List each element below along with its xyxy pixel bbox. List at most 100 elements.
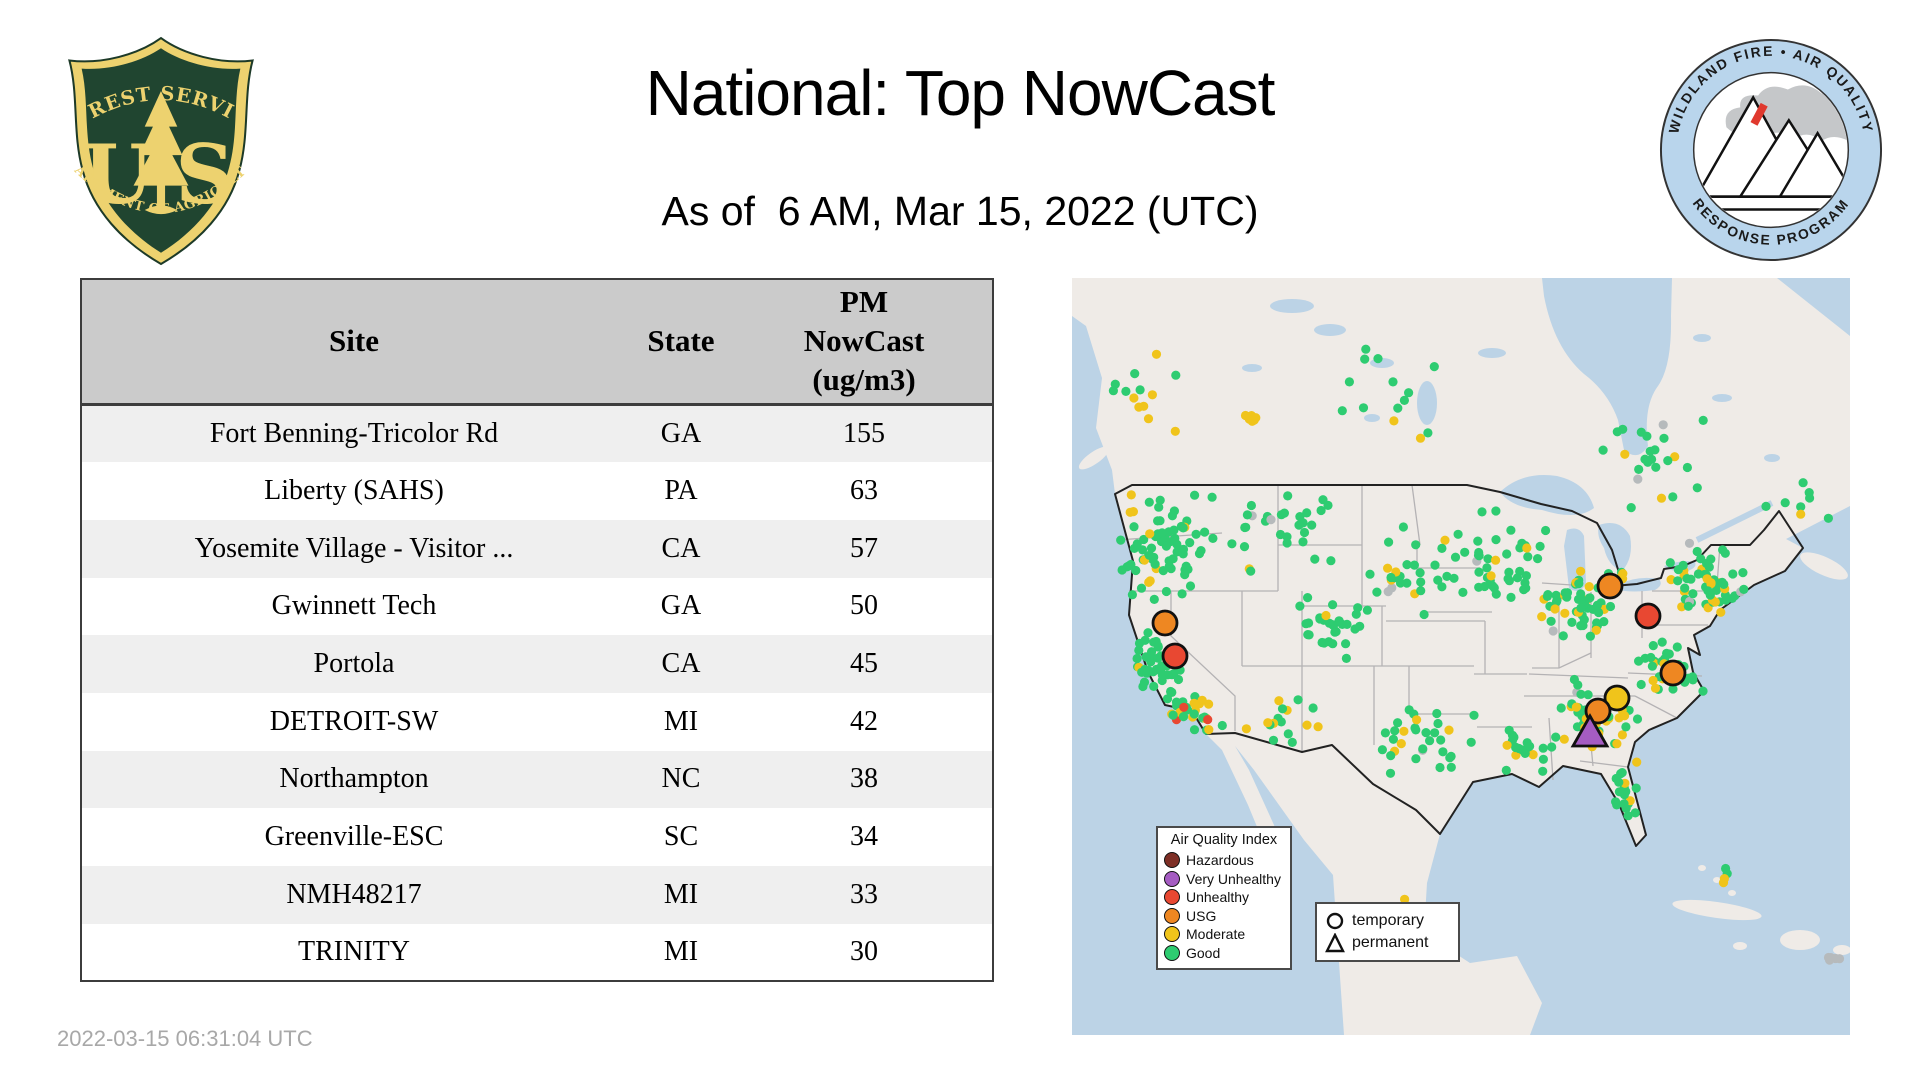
monitor-dot bbox=[1301, 619, 1311, 629]
monitor-dot bbox=[1432, 708, 1442, 719]
site-cell: Greenville-ESC bbox=[264, 821, 444, 853]
monitor-dot bbox=[1263, 718, 1273, 728]
monitor-dot bbox=[1377, 745, 1387, 755]
monitor-dot bbox=[1618, 424, 1628, 434]
monitor-dot bbox=[1358, 403, 1369, 413]
monitor-dot bbox=[1217, 720, 1227, 731]
monitor-dot bbox=[1390, 726, 1400, 736]
monitor-dot bbox=[1268, 735, 1279, 745]
monitor-dot bbox=[1619, 790, 1629, 800]
monitor-dot bbox=[1477, 507, 1487, 517]
monitor-dot bbox=[1129, 522, 1139, 532]
legend-item: USG bbox=[1164, 907, 1284, 926]
monitor-dot bbox=[1308, 703, 1318, 713]
monitor-dot bbox=[1632, 714, 1643, 724]
monitor-dot bbox=[1425, 736, 1435, 746]
monitor-dot bbox=[1404, 705, 1414, 715]
monitor-dot bbox=[1189, 698, 1199, 708]
monitor-dot bbox=[1151, 349, 1162, 359]
monitor-dot bbox=[1502, 549, 1512, 559]
monitor-dot bbox=[1612, 739, 1622, 749]
monitor-dot bbox=[1698, 686, 1708, 696]
table-row: TRINITY MI 30 bbox=[81, 923, 993, 982]
value-cell: 45 bbox=[850, 648, 878, 680]
monitor-dot bbox=[1328, 639, 1338, 649]
monitor-dot bbox=[1208, 533, 1218, 543]
monitor-dot bbox=[1440, 535, 1450, 545]
value-cell: 33 bbox=[850, 878, 878, 910]
monitor-dot bbox=[1538, 754, 1548, 764]
col-header-pm-nowcast: PM NowCast (ug/m3) bbox=[736, 279, 993, 406]
monitor-dot bbox=[1562, 592, 1572, 602]
shape-legend-label: permanent bbox=[1352, 934, 1429, 951]
legend-item-label: Good bbox=[1186, 944, 1221, 961]
table-row: Yosemite Village - Visitor ... CA 57 bbox=[81, 519, 993, 578]
aqi-legend-title: Air Quality Index bbox=[1170, 832, 1278, 848]
monitor-dot bbox=[1283, 491, 1293, 501]
site-cell: NMH48217 bbox=[286, 878, 422, 910]
monitor-dot bbox=[1386, 572, 1396, 583]
monitor-dot bbox=[1460, 547, 1470, 557]
site-cell: Fort Benning-Tricolor Rd bbox=[209, 418, 499, 450]
monitor-dot bbox=[1423, 428, 1433, 438]
monitor-dot bbox=[1388, 734, 1398, 744]
monitor-dot bbox=[1648, 675, 1658, 686]
monitor-dot bbox=[1692, 483, 1702, 493]
monitor-dot bbox=[1688, 672, 1698, 682]
monitor-dot bbox=[1633, 474, 1643, 484]
monitor-dot bbox=[1121, 386, 1131, 396]
monitor-dot bbox=[1116, 535, 1126, 545]
monitor-dot bbox=[1645, 446, 1655, 456]
monitor-dot bbox=[1614, 777, 1624, 787]
monitor-dot bbox=[1277, 704, 1288, 714]
shape-legend-items: temporary permanent bbox=[1325, 910, 1450, 954]
monitor-dot bbox=[1620, 449, 1630, 459]
monitor-dot bbox=[1551, 732, 1561, 742]
monitor-dot bbox=[1491, 589, 1501, 599]
legend-item: Unhealthy bbox=[1164, 888, 1284, 907]
monitor-dot bbox=[1139, 401, 1149, 411]
monitor-dot bbox=[1721, 863, 1731, 874]
monitor-dot bbox=[1383, 563, 1393, 573]
monitor-dot bbox=[1538, 743, 1548, 753]
monitor-dot bbox=[1351, 609, 1361, 619]
monitor-dot bbox=[1573, 594, 1584, 604]
monitor-dot bbox=[1506, 525, 1516, 535]
monitor-dot bbox=[1147, 390, 1157, 400]
monitor-dot bbox=[1796, 509, 1806, 519]
monitor-dot bbox=[1535, 541, 1545, 551]
monitor-dot bbox=[1185, 581, 1196, 591]
legend-item: Good bbox=[1164, 944, 1284, 963]
monitor-dot bbox=[1246, 566, 1256, 576]
monitor-dot bbox=[1719, 874, 1729, 884]
monitor-dot bbox=[1550, 604, 1560, 614]
site-cell: TRINITY bbox=[298, 936, 410, 968]
monitor-dot bbox=[1150, 559, 1160, 569]
monitor-dot bbox=[1124, 561, 1134, 571]
site-cell: Northampton bbox=[279, 763, 429, 795]
table-row: Gwinnett Tech GA 50 bbox=[81, 577, 993, 636]
wfaqrp-logo: WILDLAND FIRE • AIR QUALITY RESPONSE PRO… bbox=[1657, 36, 1885, 269]
monitor-dot bbox=[1546, 616, 1556, 626]
value-cell: 155 bbox=[843, 418, 885, 450]
monitor-dot bbox=[1704, 562, 1714, 572]
monitor-dot bbox=[1172, 539, 1182, 549]
monitor-dot bbox=[1673, 576, 1683, 586]
monitor-dot bbox=[1153, 641, 1163, 651]
monitor-dot bbox=[1177, 589, 1187, 599]
monitor-dot bbox=[1140, 664, 1150, 675]
monitor-dot bbox=[1295, 601, 1305, 611]
legend-item: Hazardous bbox=[1164, 851, 1284, 870]
monitor-dot bbox=[1692, 546, 1702, 557]
value-cell: 63 bbox=[850, 475, 878, 507]
legend-item: Moderate bbox=[1164, 925, 1284, 944]
monitor-dot bbox=[1155, 516, 1165, 526]
monitor-dot bbox=[1126, 490, 1136, 500]
state-cell: PA bbox=[664, 475, 698, 507]
monitor-dot bbox=[1328, 620, 1338, 630]
monitor-dot bbox=[1282, 538, 1292, 548]
table-row: Liberty (SAHS) PA 63 bbox=[81, 462, 993, 520]
monitor-dot bbox=[1399, 395, 1409, 405]
top-site-marker bbox=[1659, 659, 1687, 687]
monitor-dot bbox=[1144, 550, 1154, 560]
